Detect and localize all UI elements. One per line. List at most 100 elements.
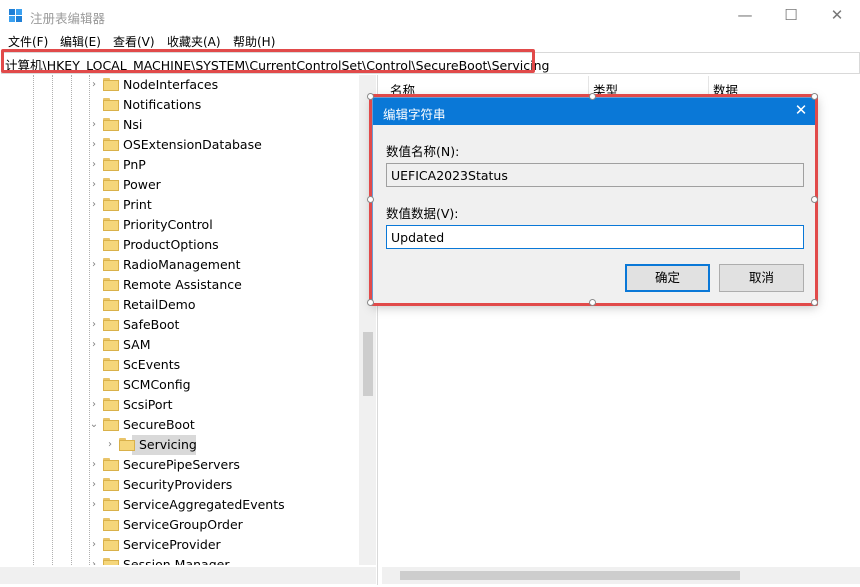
tree-item[interactable]: › SecurityProviders: [0, 475, 360, 495]
tree-item[interactable]: RetailDemo: [0, 295, 360, 315]
tree-item[interactable]: ProductOptions: [0, 235, 360, 255]
tree-item-label: Servicing: [139, 437, 197, 452]
folder-icon: [103, 478, 119, 491]
tree-item-label: ServiceGroupOrder: [123, 517, 243, 532]
expand-chevron-icon[interactable]: ›: [88, 538, 100, 552]
expand-chevron-icon[interactable]: ›: [88, 398, 100, 412]
minimize-button[interactable]: —: [722, 0, 768, 32]
tree-horizontal-scrollbar[interactable]: [0, 567, 376, 584]
resize-handle[interactable]: [367, 299, 374, 306]
tree-item[interactable]: › PnP: [0, 155, 360, 175]
tree-item[interactable]: › OSExtensionDatabase: [0, 135, 360, 155]
tree-item[interactable]: › SafeBoot: [0, 315, 360, 335]
tree-item[interactable]: › ScsiPort: [0, 395, 360, 415]
tree-item-label: NodeInterfaces: [123, 77, 219, 92]
registry-tree[interactable]: › NodeInterfaces Notifications › Nsi › OSExten…: [0, 75, 376, 565]
expand-chevron-icon: [88, 278, 100, 292]
resize-handle[interactable]: [367, 93, 374, 100]
expand-chevron-icon[interactable]: ›: [104, 438, 116, 452]
tree-item[interactable]: › Print: [0, 195, 360, 215]
tree-scroll-thumb[interactable]: [363, 332, 373, 396]
folder-icon: [103, 98, 119, 111]
resize-handle[interactable]: [589, 299, 596, 306]
column-divider[interactable]: [588, 76, 589, 96]
close-window-button[interactable]: ✕: [814, 0, 860, 32]
folder-icon: [103, 198, 119, 211]
tree-item[interactable]: › Power: [0, 175, 360, 195]
menu-view[interactable]: 查看(V): [113, 33, 155, 50]
expand-chevron-icon: [88, 298, 100, 312]
tree-item[interactable]: › Nsi: [0, 115, 360, 135]
menu-favorites[interactable]: 收藏夹(A): [167, 33, 221, 50]
expand-chevron-icon[interactable]: ›: [88, 338, 100, 352]
tree-item-label: SecurePipeServers: [123, 457, 240, 472]
expand-chevron-icon[interactable]: ›: [88, 458, 100, 472]
tree-item-label: SAM: [123, 337, 151, 352]
folder-icon: [103, 538, 119, 551]
menu-file[interactable]: 文件(F): [8, 33, 48, 50]
tree-item[interactable]: › NodeInterfaces: [0, 75, 360, 95]
column-divider[interactable]: [708, 76, 709, 96]
folder-icon: [103, 318, 119, 331]
title-bar: 注册表编辑器 — ☐ ✕: [0, 0, 860, 32]
tree-item[interactable]: SCMConfig: [0, 375, 360, 395]
expand-chevron-icon[interactable]: ›: [88, 258, 100, 272]
expand-chevron-icon[interactable]: ›: [88, 158, 100, 172]
resize-handle[interactable]: [589, 93, 596, 100]
expand-chevron-icon: [88, 218, 100, 232]
expand-chevron-icon[interactable]: ›: [88, 118, 100, 132]
expand-chevron-icon: [88, 238, 100, 252]
tree-item[interactable]: › SecurePipeServers: [0, 455, 360, 475]
folder-icon: [103, 378, 119, 391]
folder-icon: [103, 458, 119, 471]
tree-item[interactable]: ScEvents: [0, 355, 360, 375]
expand-chevron-icon[interactable]: ›: [88, 318, 100, 332]
tree-item[interactable]: Remote Assistance: [0, 275, 360, 295]
tree-item-label: ProductOptions: [123, 237, 219, 252]
tree-item-label: RetailDemo: [123, 297, 196, 312]
tree-item[interactable]: PriorityControl: [0, 215, 360, 235]
expand-chevron-icon[interactable]: ›: [88, 198, 100, 212]
tree-item-label: OSExtensionDatabase: [123, 137, 262, 152]
tree-item[interactable]: › ServiceProvider: [0, 535, 360, 555]
expand-chevron-icon[interactable]: ›: [88, 558, 100, 565]
regedit-app-icon: [9, 9, 22, 22]
menu-help[interactable]: 帮助(H): [233, 33, 275, 50]
expand-chevron-icon[interactable]: ›: [88, 478, 100, 492]
folder-icon: [103, 418, 119, 431]
tree-item[interactable]: › RadioManagement: [0, 255, 360, 275]
expand-chevron-icon: [88, 358, 100, 372]
expand-chevron-icon: [88, 378, 100, 392]
collapse-chevron-icon[interactable]: ⌄: [88, 418, 100, 432]
folder-icon: [103, 398, 119, 411]
folder-icon: [103, 558, 119, 565]
tree-item[interactable]: › ServiceAggregatedEvents: [0, 495, 360, 515]
expand-chevron-icon[interactable]: ›: [88, 138, 100, 152]
values-scroll-thumb[interactable]: [400, 571, 740, 580]
expand-chevron-icon[interactable]: ›: [88, 498, 100, 512]
expand-chevron-icon[interactable]: ›: [88, 178, 100, 192]
tree-item[interactable]: › SAM: [0, 335, 360, 355]
tree-item-label: RadioManagement: [123, 257, 241, 272]
tree-item[interactable]: ServiceGroupOrder: [0, 515, 360, 535]
expand-chevron-icon: [88, 98, 100, 112]
tree-item-label: Session Manager: [123, 557, 230, 565]
folder-icon: [103, 118, 119, 131]
resize-handle[interactable]: [811, 93, 818, 100]
folder-icon: [103, 78, 119, 91]
tree-item[interactable]: › Session Manager: [0, 555, 360, 565]
tree-item-label: ServiceProvider: [123, 537, 221, 552]
resize-handle[interactable]: [811, 299, 818, 306]
menu-edit[interactable]: 编辑(E): [60, 33, 101, 50]
tree-item-label: SafeBoot: [123, 317, 180, 332]
expand-chevron-icon: [88, 518, 100, 532]
resize-handle[interactable]: [811, 196, 818, 203]
tree-item[interactable]: ⌄ SecureBoot: [0, 415, 360, 435]
expand-chevron-icon[interactable]: ›: [88, 78, 100, 92]
tree-item[interactable]: Notifications: [0, 95, 360, 115]
tree-item-label: Notifications: [123, 97, 202, 112]
tree-item[interactable]: › Servicing: [0, 435, 360, 455]
resize-handle[interactable]: [367, 196, 374, 203]
maximize-button[interactable]: ☐: [768, 0, 814, 32]
tree-item-label: Remote Assistance: [123, 277, 242, 292]
